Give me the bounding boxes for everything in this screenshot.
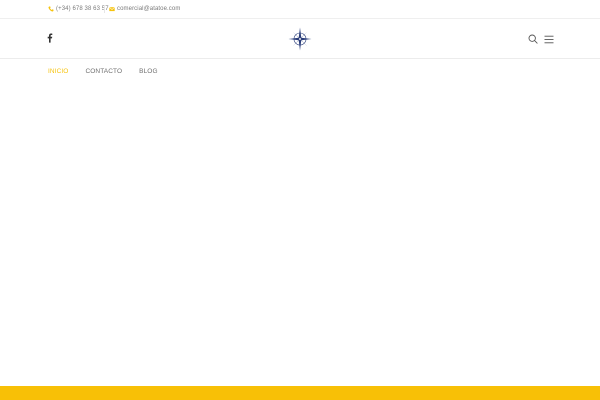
compass-rose-logo[interactable] <box>288 27 312 51</box>
envelope-icon <box>109 7 115 12</box>
top-contact-bar: (+34) 678 38 63 57 comercial@atatoe.com <box>0 0 600 19</box>
nav-item-blog[interactable]: BLOG <box>139 68 157 76</box>
nav-item-contacto[interactable]: CONTACTO <box>85 68 122 76</box>
footer-accent-band <box>0 386 600 400</box>
nav-item-inicio[interactable]: INICIO <box>48 68 68 76</box>
contact-separator <box>104 5 105 13</box>
page: (+34) 678 38 63 57 comercial@atatoe.com <box>0 0 600 400</box>
email-address: comercial@atatoe.com <box>117 6 181 12</box>
phone-link[interactable]: (+34) 678 38 63 57 <box>48 5 109 13</box>
email-link[interactable]: comercial@atatoe.com <box>109 5 180 13</box>
site-header <box>0 19 600 59</box>
phone-number: (+34) 678 38 63 57 <box>56 6 109 12</box>
main-navigation: INICIO CONTACTO BLOG <box>48 68 175 76</box>
phone-icon <box>48 6 54 12</box>
search-icon[interactable] <box>528 34 538 44</box>
hamburger-menu-icon[interactable] <box>544 35 554 44</box>
facebook-icon[interactable] <box>45 33 55 43</box>
